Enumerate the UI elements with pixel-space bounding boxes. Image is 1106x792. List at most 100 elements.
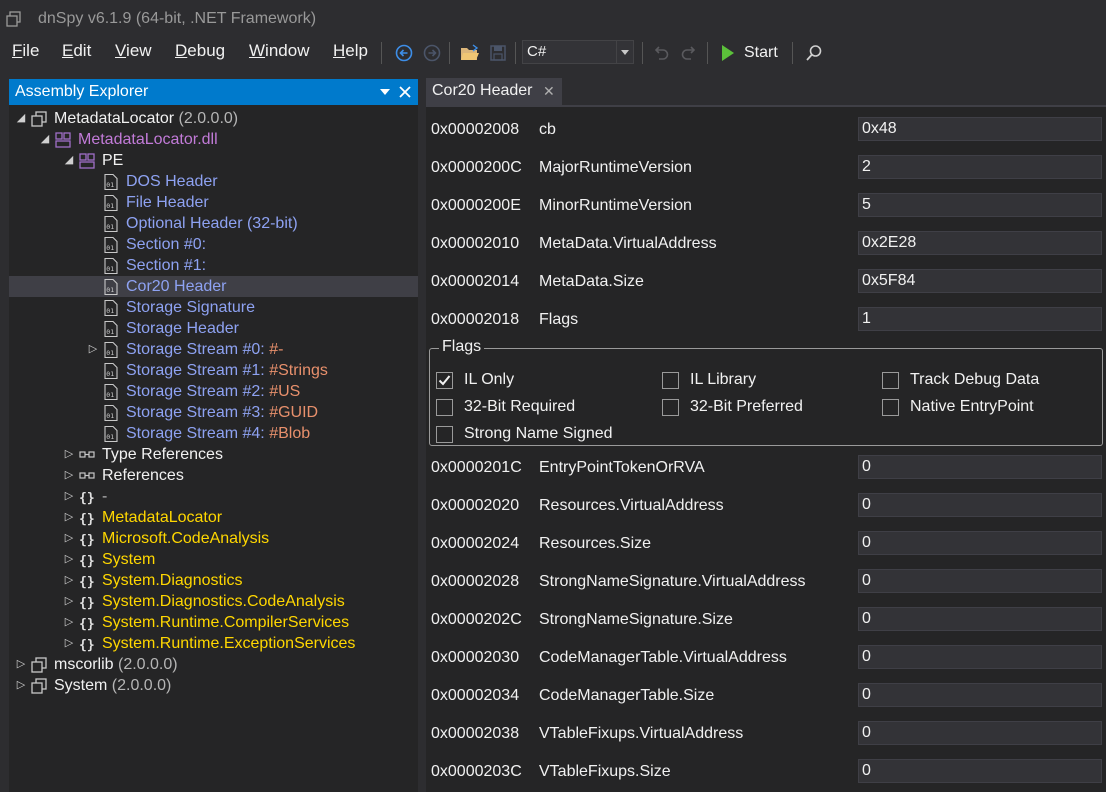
tree-node[interactable]: ▷ {} Microsoft.CodeAnalysis (9, 528, 418, 549)
collapsed-arrow-icon[interactable]: ▷ (15, 654, 27, 675)
field-value-input[interactable]: 0x5F84 (858, 269, 1102, 293)
tree-node[interactable]: 01 File Header (9, 192, 418, 213)
tree-node[interactable]: ◢ MetadataLocator (2.0.0.0) (9, 108, 418, 129)
tree-node[interactable]: 01 Storage Stream #4: #Blob (9, 423, 418, 444)
menu-help[interactable]: Help (333, 41, 368, 61)
assembly-tree[interactable]: ◢ MetadataLocator (2.0.0.0) ◢ MetadataLocat… (9, 108, 418, 696)
tree-node[interactable]: ▷ Type References (9, 444, 418, 465)
field-value-input[interactable]: 0 (858, 645, 1102, 669)
field-value-input[interactable]: 0 (858, 531, 1102, 555)
collapsed-arrow-icon[interactable]: ▷ (87, 339, 99, 360)
checkbox[interactable] (882, 399, 899, 416)
expanded-arrow-icon[interactable]: ◢ (39, 129, 51, 150)
checkbox[interactable] (882, 372, 899, 389)
field-value-input[interactable]: 0 (858, 607, 1102, 631)
checkbox[interactable] (436, 372, 453, 389)
tree-node[interactable]: ▷ mscorlib (2.0.0.0) (9, 654, 418, 675)
references-icon (79, 447, 95, 463)
tree-node[interactable]: ▷ {} System.Runtime.ExceptionServices (9, 633, 418, 654)
tree-node[interactable]: 01 Section #0: (9, 234, 418, 255)
menu-file[interactable]: File (12, 41, 39, 61)
collapsed-arrow-icon[interactable]: ▷ (63, 612, 75, 633)
tree-node[interactable]: ▷ 01 Storage Stream #0: #- (9, 339, 418, 360)
collapsed-arrow-icon[interactable]: ▷ (63, 507, 75, 528)
start-label[interactable]: Start (744, 44, 778, 62)
toolbar-separator (449, 42, 450, 64)
namespace-icon: {} (79, 594, 95, 611)
chevron-down-icon[interactable] (616, 41, 633, 63)
panel-close-button[interactable] (396, 82, 414, 102)
tree-node[interactable]: ▷ References (9, 465, 418, 486)
field-value-input[interactable]: 5 (858, 193, 1102, 217)
tree-node[interactable]: 01 Storage Stream #1: #Strings (9, 360, 418, 381)
open-button[interactable] (458, 40, 482, 66)
close-icon[interactable]: ✕ (543, 83, 555, 100)
panel-options-button[interactable] (376, 82, 394, 102)
redo-button[interactable] (677, 40, 701, 66)
tree-node[interactable]: 01 Storage Stream #3: #GUID (9, 402, 418, 423)
arrow-right-circle-icon (423, 44, 441, 62)
collapsed-arrow-icon[interactable]: ▷ (63, 633, 75, 654)
language-select[interactable]: C# (522, 40, 634, 64)
field-value-input[interactable]: 0x2E28 (858, 231, 1102, 255)
tree-node[interactable]: ◢ MetadataLocator.dll (9, 129, 418, 150)
field-value-input[interactable]: 0 (858, 493, 1102, 517)
field-value-input[interactable]: 1 (858, 307, 1102, 331)
tree-node-label: System.Runtime.CompilerServices (102, 614, 350, 631)
svg-text:{}: {} (79, 491, 95, 505)
menu-window[interactable]: Window (249, 41, 309, 61)
tree-node[interactable]: ▷ System (2.0.0.0) (9, 675, 418, 696)
field-value-input[interactable]: 2 (858, 155, 1102, 179)
tree-node[interactable]: ▷ {} System.Diagnostics (9, 570, 418, 591)
search-button[interactable] (802, 40, 826, 66)
checkbox[interactable] (436, 399, 453, 416)
tree-node[interactable]: ▷ {} System.Diagnostics.CodeAnalysis (9, 591, 418, 612)
tree-node[interactable]: ◢ PE (9, 150, 418, 171)
tab-cor20-header[interactable]: Cor20 Header ✕ (426, 78, 562, 105)
tree-node[interactable]: 01 Storage Header (9, 318, 418, 339)
start-debug-button[interactable] (716, 40, 740, 66)
navigate-forward-button[interactable] (420, 40, 444, 66)
field-row: 0x0000200E MinorRuntimeVersion 5 (426, 188, 1106, 226)
collapsed-arrow-icon[interactable]: ▷ (63, 570, 75, 591)
collapsed-arrow-icon[interactable]: ▷ (63, 465, 75, 486)
collapsed-arrow-icon[interactable]: ▷ (63, 549, 75, 570)
collapsed-arrow-icon[interactable]: ▷ (15, 675, 27, 696)
field-value-input[interactable]: 0 (858, 569, 1102, 593)
undo-button[interactable] (649, 40, 673, 66)
expanded-arrow-icon[interactable]: ◢ (15, 108, 27, 129)
tree-node[interactable]: 01 Section #1: (9, 255, 418, 276)
assembly-icon (31, 657, 47, 673)
tree-node-label: - (102, 488, 108, 505)
field-value-input[interactable]: 0x48 (858, 117, 1102, 141)
tree-node[interactable]: 01 Optional Header (32-bit) (9, 213, 418, 234)
expanded-arrow-icon[interactable]: ◢ (63, 150, 75, 171)
tree-node[interactable]: ▷ {} System (9, 549, 418, 570)
field-value-input[interactable]: 0 (858, 455, 1102, 479)
collapsed-arrow-icon[interactable]: ▷ (63, 591, 75, 612)
collapsed-arrow-icon[interactable]: ▷ (63, 444, 75, 465)
tree-node[interactable]: 01 Storage Signature (9, 297, 418, 318)
field-value-input[interactable]: 0 (858, 759, 1102, 783)
field-value-input[interactable]: 0 (858, 683, 1102, 707)
tree-node[interactable]: ▷ {} - (9, 486, 418, 507)
tree-node-label: System.Runtime.ExceptionServices (102, 635, 356, 652)
field-value-input[interactable]: 0 (858, 721, 1102, 745)
tree-node[interactable]: ▷ {} MetadataLocator (9, 507, 418, 528)
checkbox[interactable] (662, 372, 679, 389)
menu-view[interactable]: View (115, 41, 152, 61)
checkbox[interactable] (662, 399, 679, 416)
tree-node[interactable]: 01 Cor20 Header (9, 276, 418, 297)
menu-debug[interactable]: Debug (175, 41, 225, 61)
checkbox[interactable] (436, 426, 453, 443)
tree-node[interactable]: ▷ {} System.Runtime.CompilerServices (9, 612, 418, 633)
tree-node-label: Storage Stream #3: #GUID (126, 404, 319, 421)
save-button[interactable] (486, 40, 510, 66)
collapsed-arrow-icon[interactable]: ▷ (63, 486, 75, 507)
field-name: MetaData.VirtualAddress (539, 235, 717, 252)
tree-node[interactable]: 01 DOS Header (9, 171, 418, 192)
collapsed-arrow-icon[interactable]: ▷ (63, 528, 75, 549)
menu-edit[interactable]: Edit (62, 41, 91, 61)
tree-node[interactable]: 01 Storage Stream #2: #US (9, 381, 418, 402)
navigate-back-button[interactable] (392, 40, 416, 66)
